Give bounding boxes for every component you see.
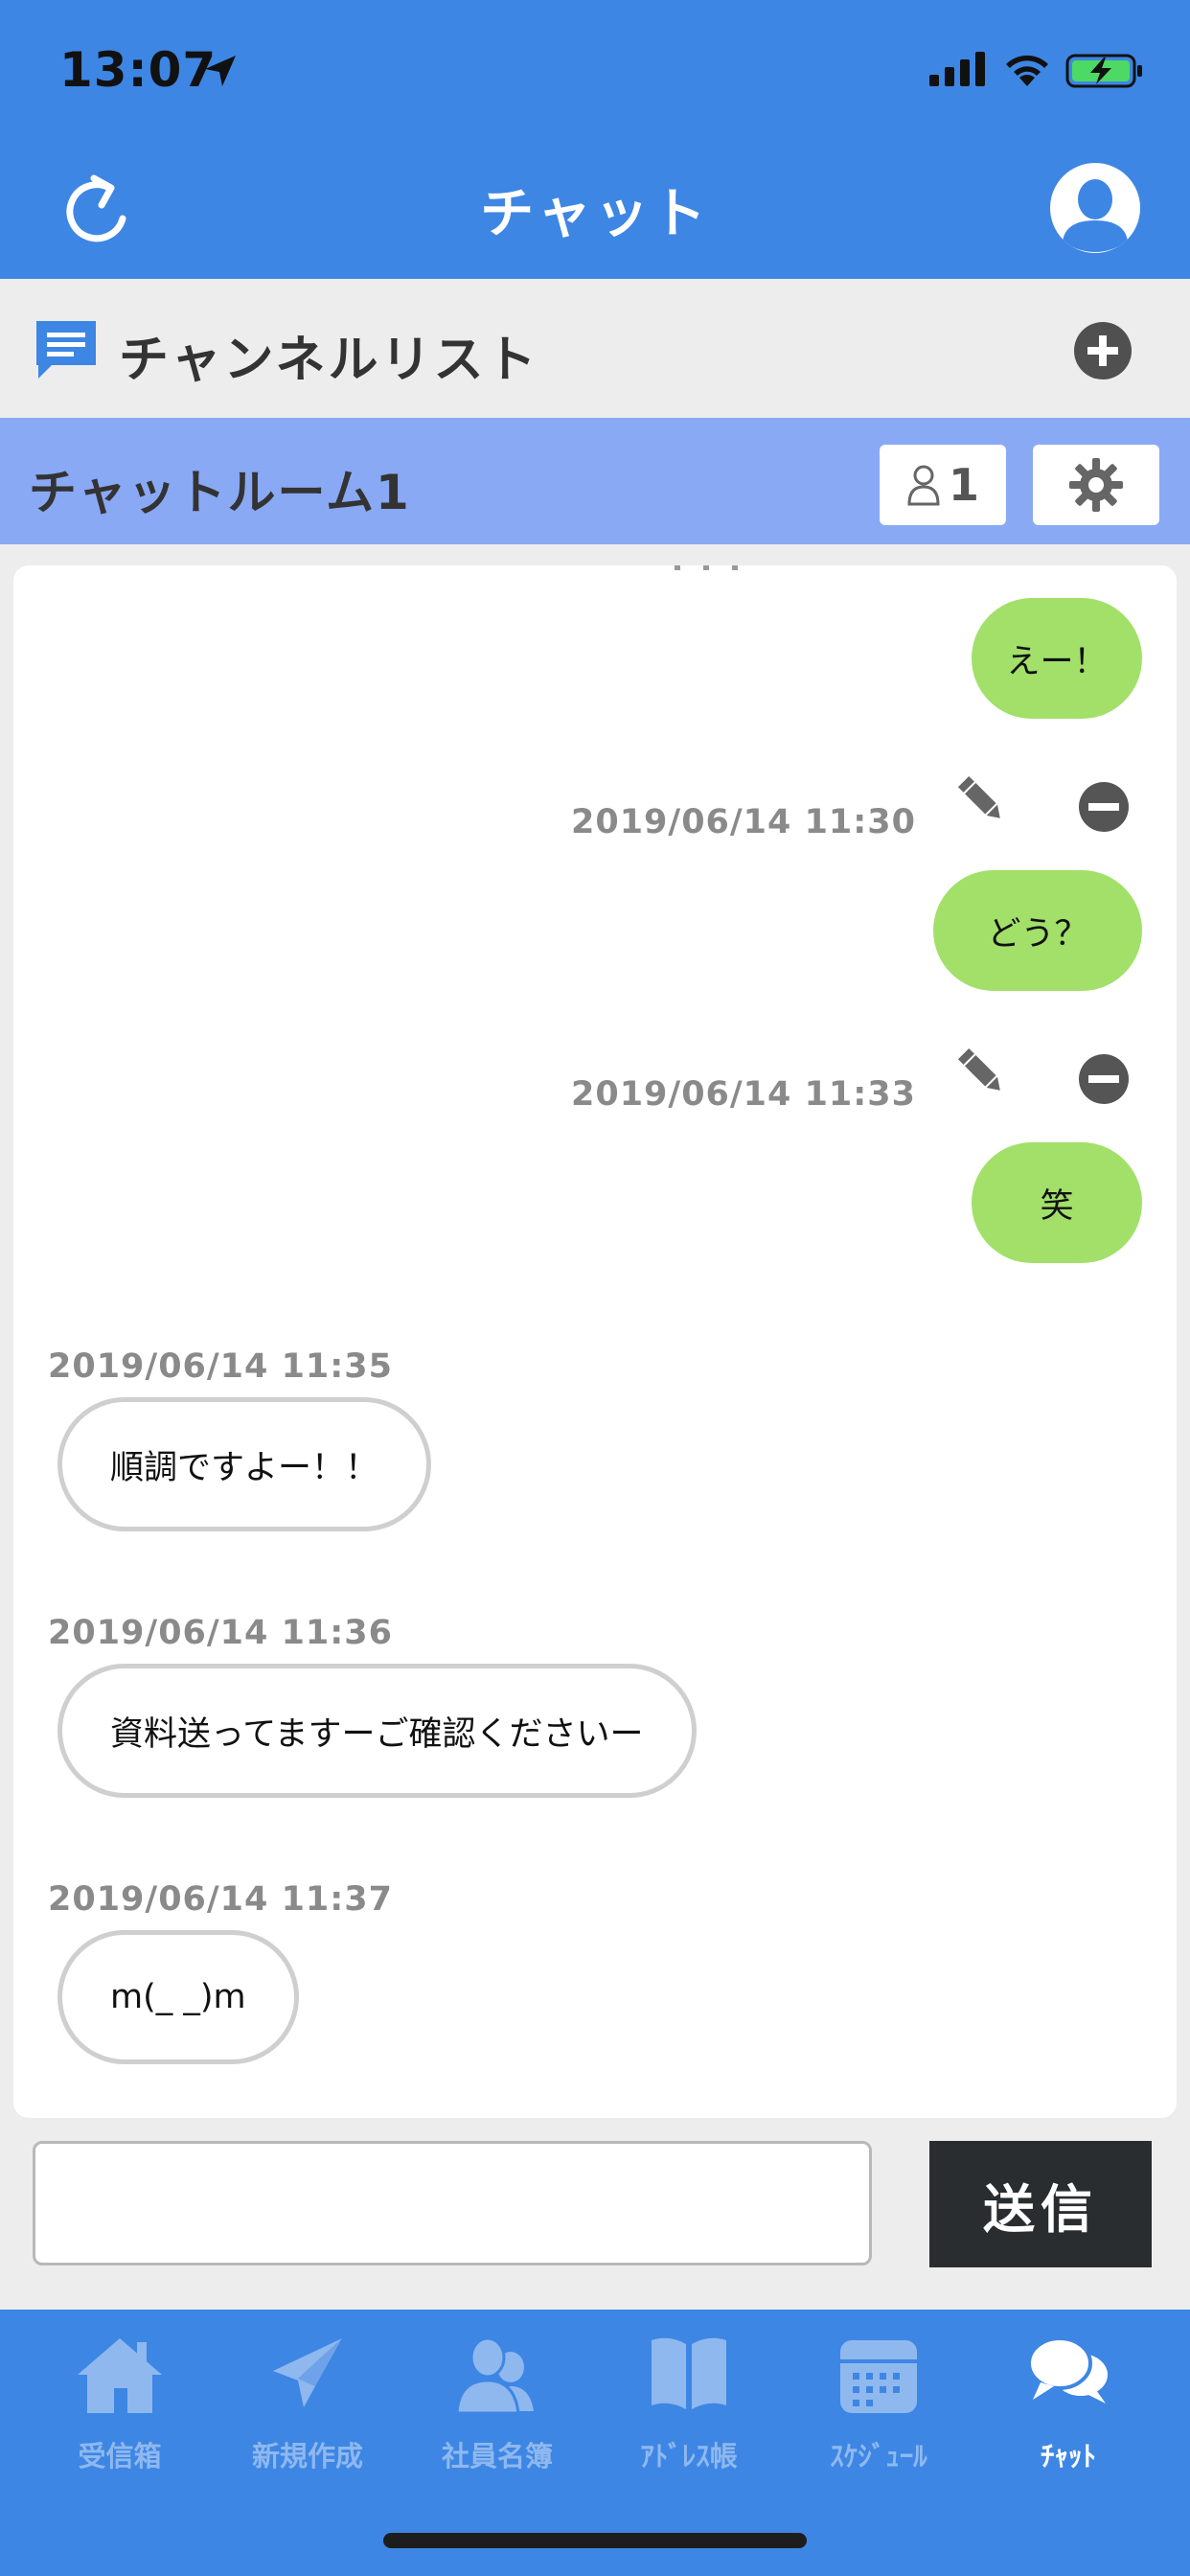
incoming-message-bubble[interactable]: 資料送ってますーご確認くださいー bbox=[57, 1664, 697, 1798]
outgoing-message-bubble[interactable]: えー！ bbox=[972, 598, 1142, 719]
message-text: 笑 bbox=[1040, 1186, 1074, 1226]
tab-directory[interactable]: 社員名簿 bbox=[406, 2327, 588, 2472]
edit-pencil-icon[interactable] bbox=[952, 770, 1010, 828]
edit-pencil-icon[interactable] bbox=[952, 1043, 1010, 1100]
member-count: 1 bbox=[948, 459, 979, 511]
channel-list-title: チャンネルリスト bbox=[119, 332, 539, 389]
message-list[interactable]: えー！ 2019/06/14 11:30 どう？ 2019/06/14 11:3… bbox=[13, 565, 1177, 2118]
chat-list-icon bbox=[36, 321, 96, 379]
message-text: 資料送ってますーご確認くださいー bbox=[110, 1714, 644, 1754]
tab-compose[interactable]: 新規作成 bbox=[217, 2327, 399, 2472]
chat-screen: 13:07 チャット チャンネルリスト チャットルーム1 1 えー！ 2019/… bbox=[0, 0, 1190, 2576]
delete-minus-icon[interactable] bbox=[1077, 1052, 1131, 1106]
location-arrow-icon bbox=[205, 56, 236, 86]
chat-bubbles-icon bbox=[1027, 2336, 1108, 2404]
page-title: チャット bbox=[480, 183, 710, 245]
outgoing-message-bubble[interactable]: 笑 bbox=[972, 1142, 1142, 1263]
home-indicator bbox=[383, 2533, 807, 2548]
status-time: 13:07 bbox=[59, 42, 217, 98]
wifi-icon bbox=[1006, 55, 1048, 86]
header: 13:07 チャット bbox=[0, 0, 1190, 279]
members-button[interactable]: 1 bbox=[880, 445, 1006, 525]
room-name: チャットルーム1 bbox=[29, 465, 411, 520]
refresh-icon[interactable] bbox=[56, 169, 140, 253]
book-icon bbox=[652, 2337, 726, 2409]
incoming-message-bubble[interactable]: 順調ですよー！！ bbox=[57, 1397, 432, 1531]
message-text: 順調ですよー！！ bbox=[110, 1448, 379, 1487]
send-button[interactable]: 送信 bbox=[929, 2141, 1152, 2267]
tab-address-book[interactable]: ｱﾄﾞﾚｽ帳 bbox=[598, 2327, 780, 2472]
calendar-icon bbox=[840, 2340, 917, 2413]
home-icon bbox=[78, 2338, 162, 2413]
tab-label: ｽｹｼﾞｭｰﾙ bbox=[830, 2440, 927, 2472]
tab-inbox[interactable]: 受信箱 bbox=[29, 2327, 211, 2472]
tab-label: ﾁｬｯﾄ bbox=[1040, 2440, 1096, 2472]
clipped-timestamp-fragment bbox=[675, 565, 738, 570]
tab-label: ｱﾄﾞﾚｽ帳 bbox=[640, 2440, 738, 2472]
incoming-message-bubble[interactable]: m(_ _)m bbox=[57, 1930, 299, 2064]
tab-label: 社員名簿 bbox=[441, 2440, 553, 2472]
message-timestamp: 2019/06/14 11:33 bbox=[571, 1075, 916, 1114]
message-text: えー！ bbox=[1006, 642, 1108, 681]
avatar-icon bbox=[1053, 166, 1137, 252]
paper-plane-icon bbox=[273, 2338, 342, 2407]
outgoing-message-bubble[interactable]: どう？ bbox=[933, 870, 1142, 991]
chat-room-bar: チャットルーム1 1 bbox=[0, 418, 1190, 544]
message-text: どう？ bbox=[987, 914, 1088, 954]
people-icon bbox=[455, 2336, 534, 2415]
message-timestamp: 2019/06/14 11:36 bbox=[48, 1614, 393, 1652]
channel-list-bar: チャンネルリスト bbox=[0, 279, 1190, 418]
delete-minus-icon[interactable] bbox=[1077, 780, 1131, 834]
message-timestamp: 2019/06/14 11:35 bbox=[48, 1347, 393, 1386]
message-input[interactable] bbox=[33, 2141, 872, 2266]
tab-chat[interactable]: ﾁｬｯﾄ bbox=[977, 2327, 1159, 2472]
person-icon bbox=[907, 465, 940, 506]
tab-label: 新規作成 bbox=[251, 2440, 363, 2472]
profile-button[interactable] bbox=[1050, 163, 1140, 253]
message-timestamp: 2019/06/14 11:37 bbox=[48, 1880, 393, 1919]
tab-schedule[interactable]: ｽｹｼﾞｭｰﾙ bbox=[788, 2327, 970, 2472]
message-text: m(_ _)m bbox=[110, 1978, 246, 2016]
battery-charging-icon bbox=[1065, 54, 1142, 88]
signal-icon bbox=[929, 52, 985, 86]
gear-icon bbox=[1069, 458, 1123, 512]
tab-label: 受信箱 bbox=[78, 2440, 162, 2472]
add-channel-icon[interactable] bbox=[1073, 321, 1133, 380]
message-timestamp: 2019/06/14 11:30 bbox=[571, 803, 916, 841]
room-settings-button[interactable] bbox=[1033, 445, 1159, 525]
